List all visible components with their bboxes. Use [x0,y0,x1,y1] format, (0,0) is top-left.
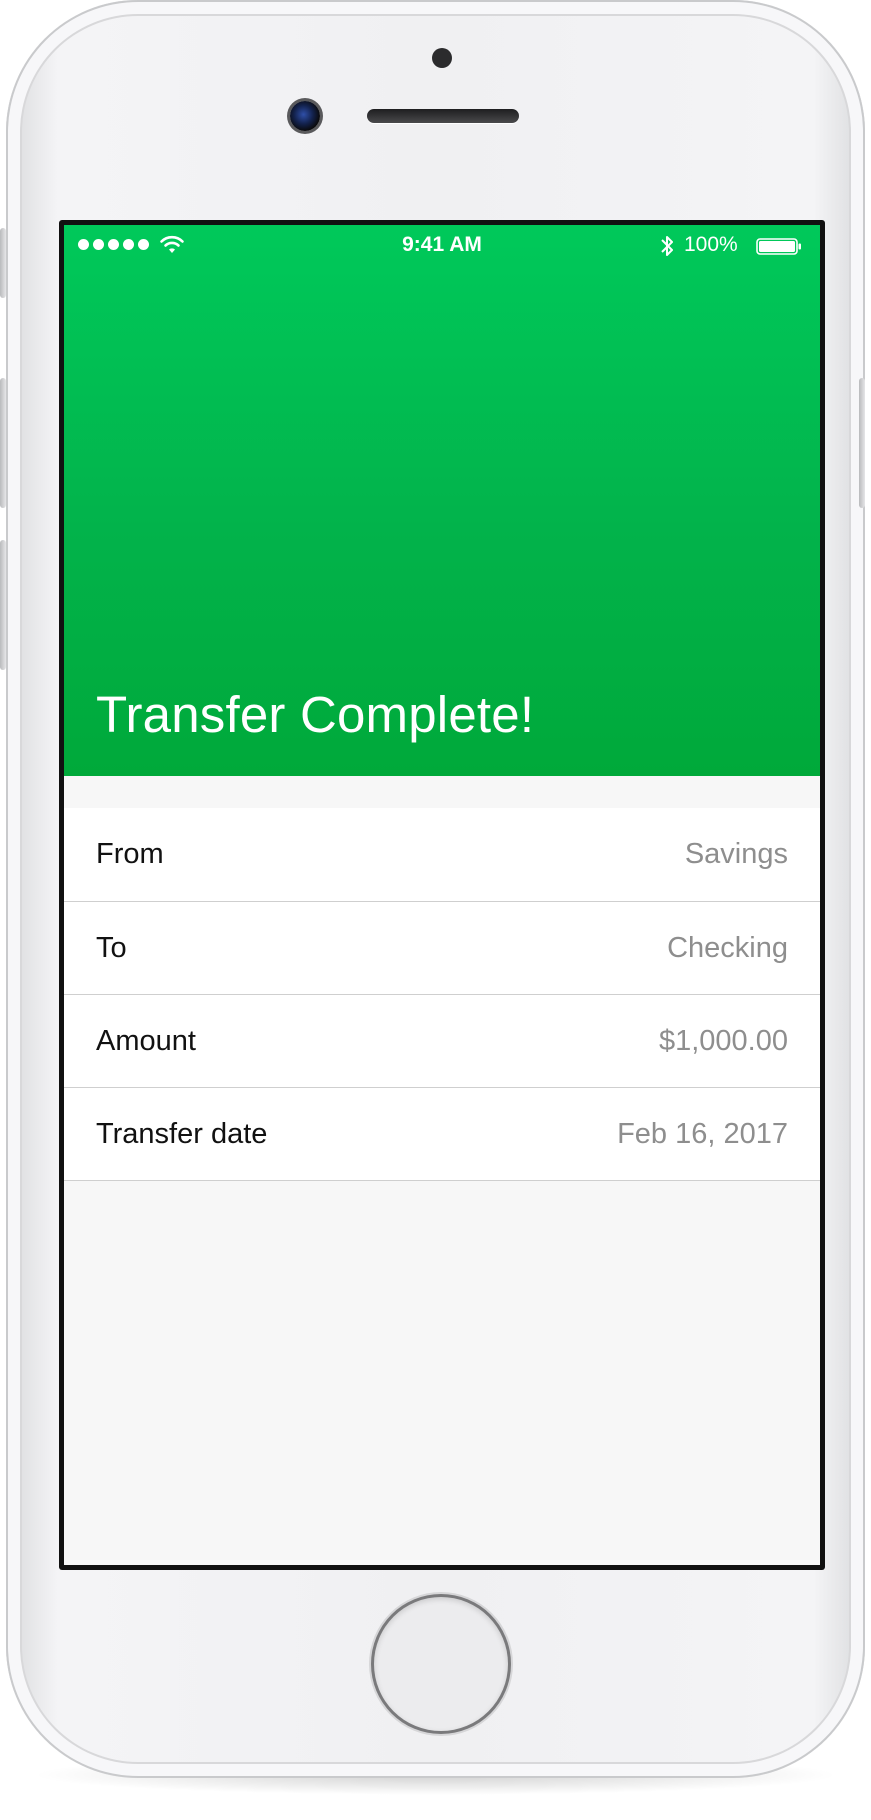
bluetooth-icon [661,236,673,256]
detail-row-to: To Checking [64,901,820,994]
detail-label: To [96,932,127,964]
header-banner: 9:41 AM 100% Transfer Complete! [64,225,820,776]
detail-value: Savings [684,838,788,870]
detail-label: From [96,838,164,870]
detail-value: Checking [667,932,788,964]
camera-lens-icon [290,101,320,131]
app-view: 9:41 AM 100% Transfer Complete! From Sav… [64,225,820,1565]
power-button [859,378,865,508]
transfer-details-list: From Savings To Checking Amount $1,000.0… [64,808,820,1181]
page-title: Transfer Complete! [96,686,535,743]
detail-value: Feb 16, 2017 [617,1118,788,1150]
speaker-icon [367,109,519,123]
detail-label: Transfer date [96,1118,268,1150]
status-bar: 9:41 AM 100% [64,225,820,265]
battery-icon [756,238,801,255]
home-button-icon[interactable] [374,1597,508,1731]
detail-row-amount: Amount $1,000.00 [64,994,820,1087]
battery-percent: 100% [684,233,738,256]
detail-row-transfer-date: Transfer date Feb 16, 2017 [64,1087,820,1180]
front-camera-icon [432,48,452,68]
detail-label: Amount [96,1025,196,1057]
detail-row-from: From Savings [64,808,820,901]
detail-value: $1,000.00 [658,1025,788,1057]
iphone-frame: 9:41 AM 100% Transfer Complete! From Sav… [6,0,865,1778]
phone-screen: 9:41 AM 100% Transfer Complete! From Sav… [59,220,825,1570]
